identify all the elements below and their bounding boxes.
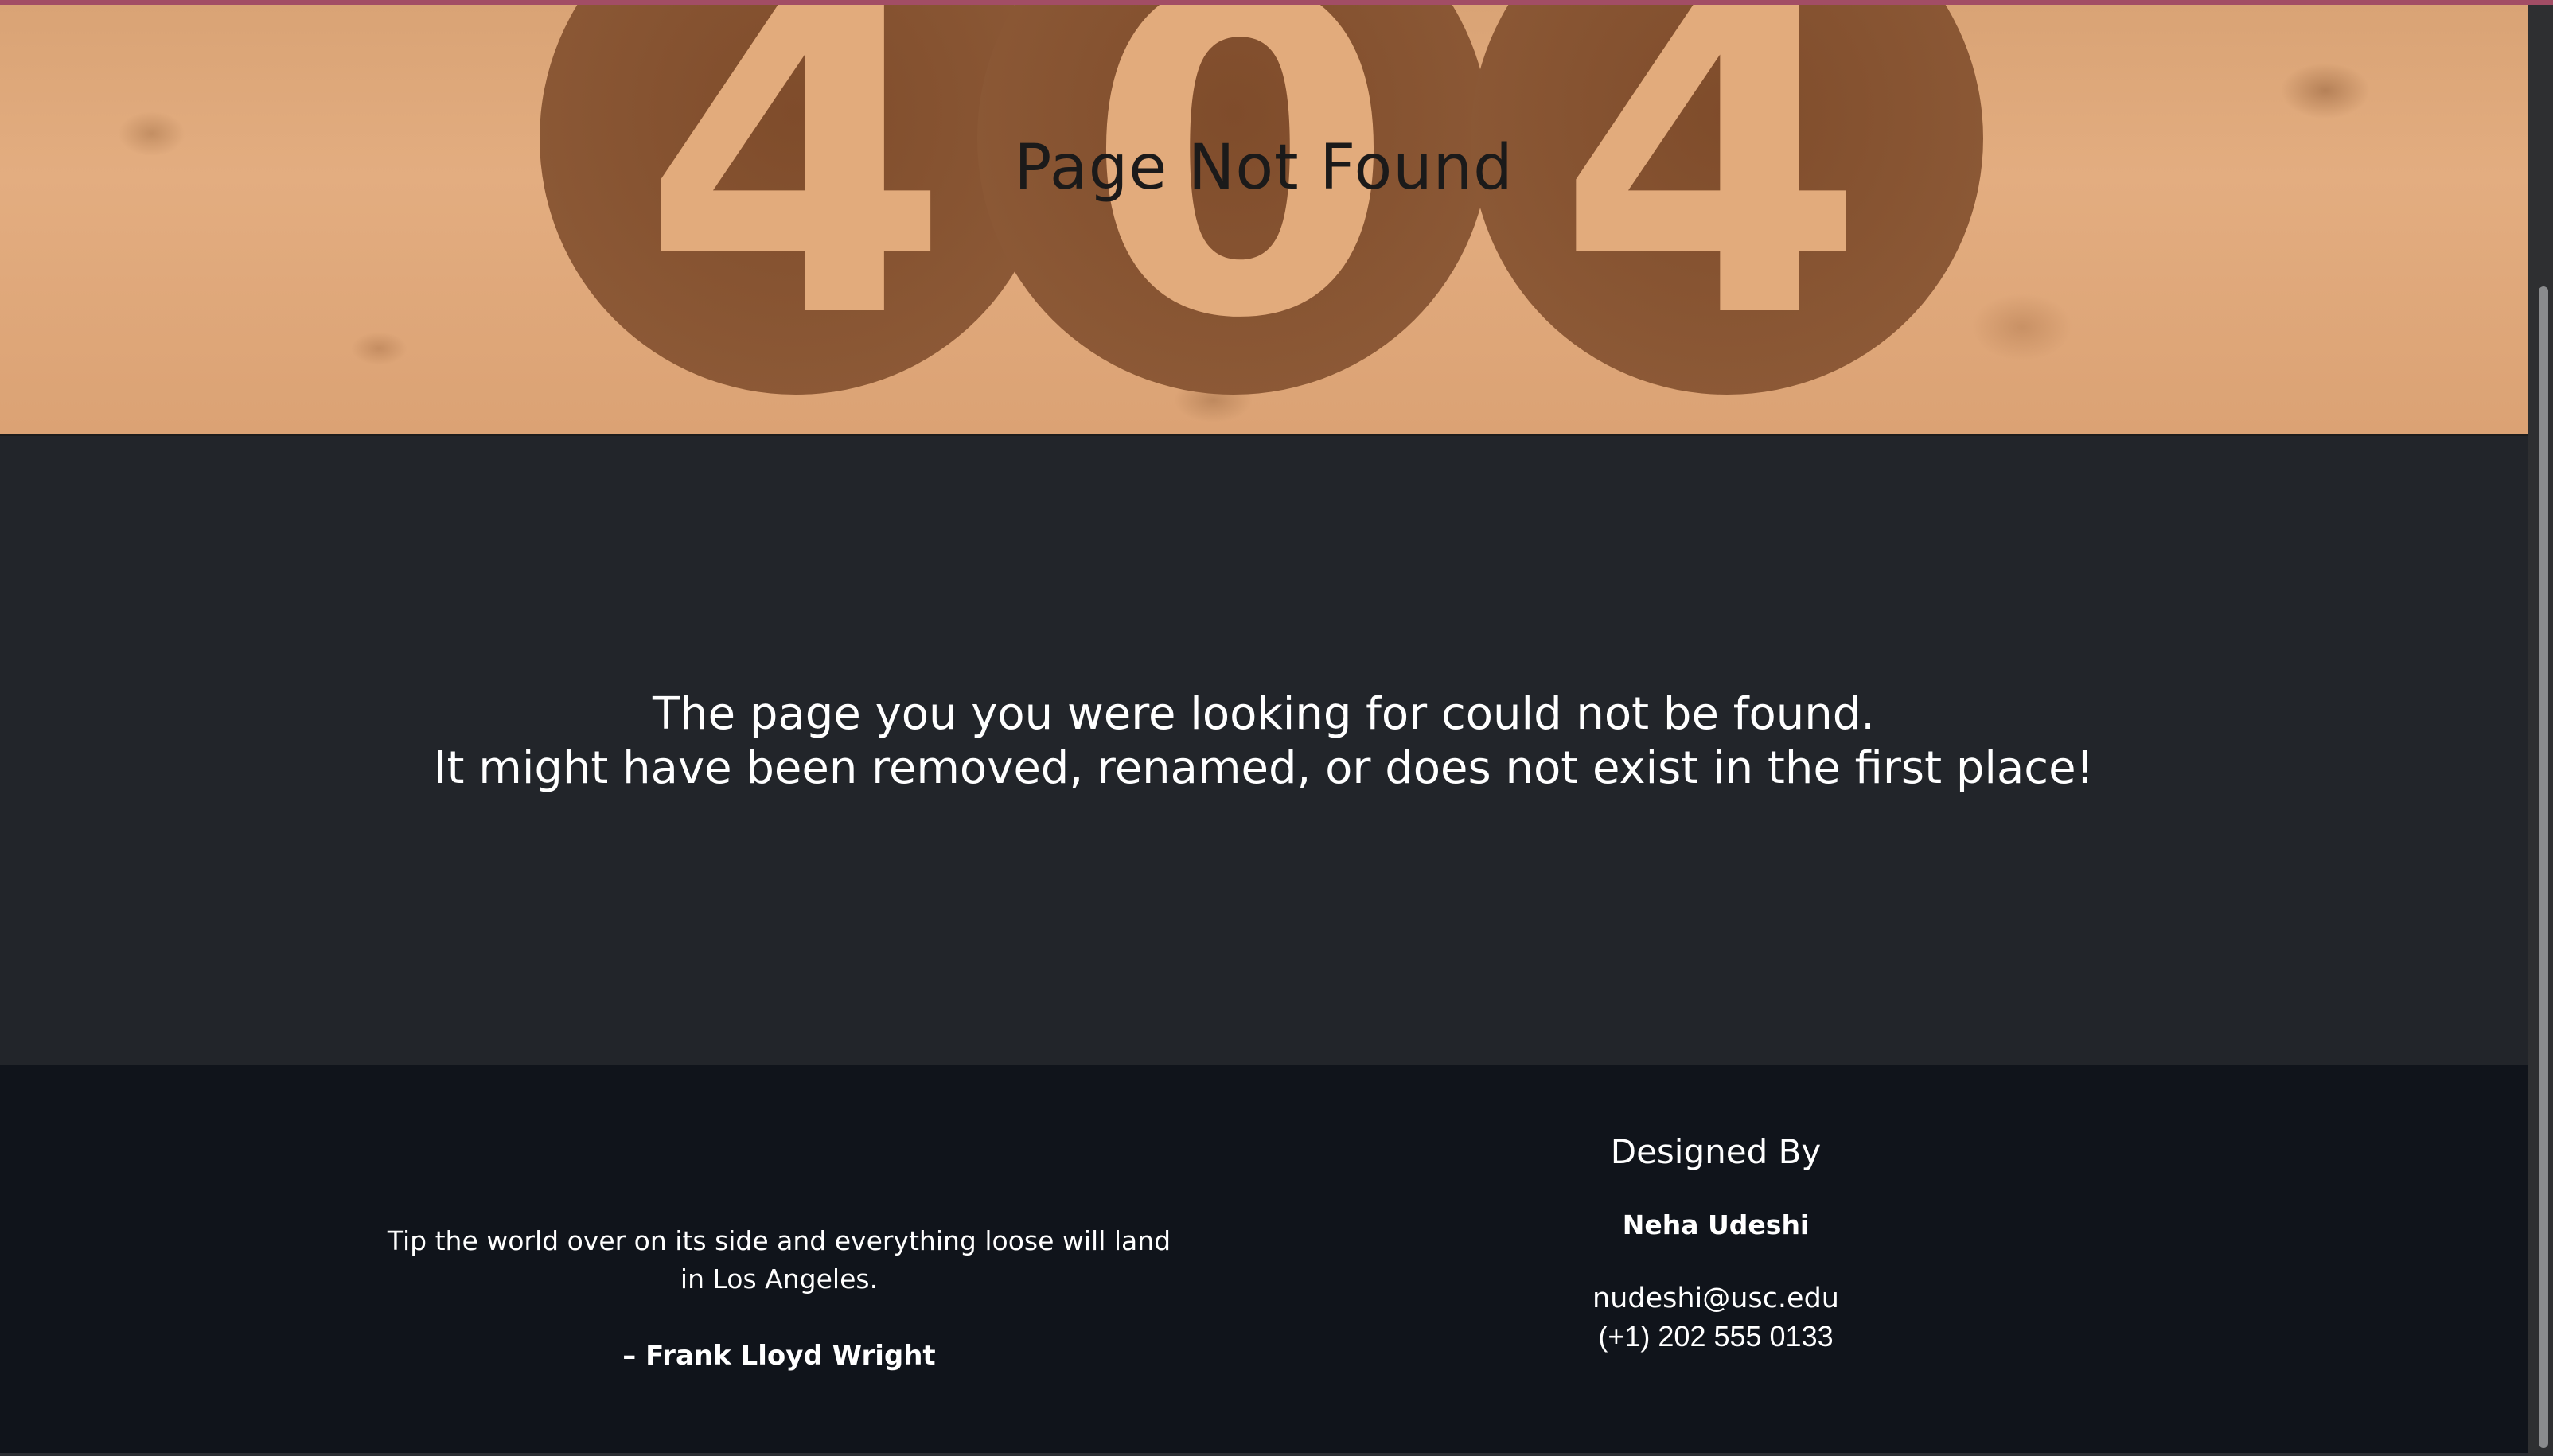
quote-text: Tip the world over on its side and every… — [387, 1225, 1171, 1294]
glyph-0: 0 — [1085, 5, 1395, 416]
quote-author: – Frank Lloyd Wright — [622, 1340, 936, 1372]
scrollbar-thumb[interactable] — [2539, 286, 2548, 1448]
designer-credits: Designed By Neha Udeshi nudeshi@usc.edu … — [1477, 1128, 1955, 1356]
window-top-stripe — [0, 0, 2553, 5]
designer-phone[interactable]: (+1) 202 555 0133 — [1477, 1318, 1955, 1356]
footer-quote: Tip the world over on its side and every… — [374, 1222, 1184, 1375]
message-line-2: It might have been removed, renamed, or … — [434, 742, 2094, 794]
designer-name: Neha Udeshi — [1622, 1209, 1810, 1240]
page-title: Page Not Found — [1014, 132, 1514, 204]
page: 4 0 4 Page Not Found The page you you we… — [0, 0, 2553, 1456]
bottom-edge — [0, 1453, 2528, 1456]
not-found-message: The page you you were looking for could … — [0, 687, 2528, 796]
footer: Tip the world over on its side and every… — [0, 1065, 2528, 1456]
glyph-4-right: 4 — [1556, 5, 1866, 416]
message-line-1: The page you you were looking for could … — [652, 688, 1876, 740]
designer-email[interactable]: nudeshi@usc.edu — [1477, 1279, 1955, 1318]
designer-heading: Designed By — [1610, 1132, 1822, 1171]
glyph-4-left: 4 — [641, 5, 951, 416]
404-graphic: 4 0 4 — [540, 5, 1983, 416]
hero-banner: 4 0 4 Page Not Found — [0, 5, 2528, 436]
main-content: The page you you were looking for could … — [0, 436, 2528, 1065]
